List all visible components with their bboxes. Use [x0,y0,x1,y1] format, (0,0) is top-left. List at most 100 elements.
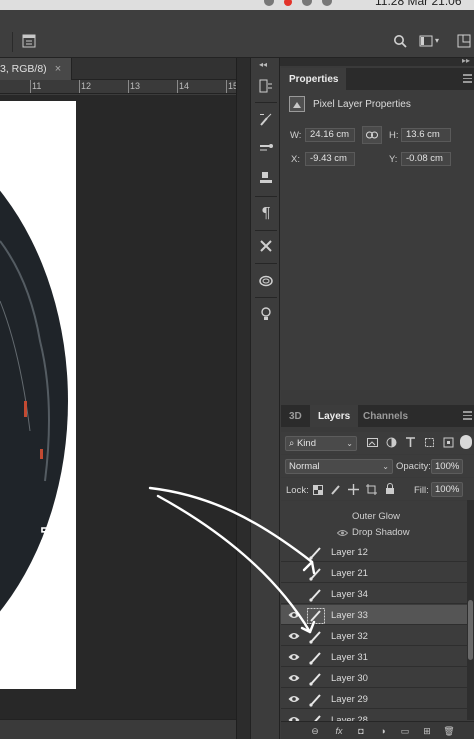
tab-3d[interactable]: 3D [281,405,310,427]
lock-row: Lock: Fill: 100% [281,478,474,500]
learn-lightbulb-icon[interactable] [256,304,276,324]
opacity-field[interactable]: 100% [431,459,463,474]
chevron-down-icon: ⌄ [346,439,353,448]
collapse-dock-icon[interactable]: ▸▸ [462,56,470,65]
eye-icon[interactable] [288,631,300,641]
layer-row[interactable]: Layer 34 [281,584,467,604]
brushes-icon[interactable] [256,136,276,156]
filter-type-icon[interactable] [405,437,416,448]
layer-row[interactable]: Layer 33 [281,605,467,625]
layers-footer: ⊖ fx ◘ ◑ ▭ ⊞ 🗑 [281,721,474,739]
paragraph-icon[interactable]: ¶ [256,203,276,223]
filter-toggle-switch[interactable] [460,435,472,449]
lock-artboard-icon[interactable] [366,484,377,495]
tab-layers[interactable]: Layers [310,405,359,427]
artboard[interactable]: NAME [0,101,76,689]
blend-mode-select[interactable]: Normal ⌄ [285,459,393,474]
history-icon[interactable] [256,76,276,96]
y-field[interactable]: -0.08 cm [401,152,451,166]
status-icon[interactable] [264,0,274,6]
eye-icon[interactable] [288,589,300,599]
new-layer-icon[interactable]: ⊞ [421,725,433,737]
effect-drop-shadow[interactable]: Drop Shadow [281,525,467,541]
ruler-tick [79,80,80,93]
width-field[interactable]: 24.16 cm [305,128,355,142]
layer-row[interactable]: Layer 12 [281,542,467,562]
workspace-chevron-icon[interactable]: ▾ [435,36,439,45]
lock-position-icon[interactable] [348,484,359,495]
add-style-button[interactable]: fx [333,725,345,737]
document-icon[interactable] [22,34,36,48]
tool-presets-icon[interactable] [256,236,276,256]
brush-settings-icon[interactable] [256,110,276,130]
layer-row[interactable]: Layer 31 [281,647,467,667]
layer-row[interactable]: Layer 29 [281,689,467,709]
ruler-label: 15 [228,81,236,91]
panel-dock-header: ▸▸ [280,56,474,66]
collapse-strip-icon[interactable]: ◂◂ [259,60,267,69]
options-separator [12,32,13,52]
scrollbar-thumb[interactable] [468,600,473,660]
layers-list: Outer Glow Drop Shadow Layer 12 Layer 21 L… [281,501,474,721]
arrange-icon[interactable] [457,34,471,48]
height-field[interactable]: 13.6 cm [401,128,451,142]
layer-row[interactable]: Layer 28 [281,710,467,721]
opacity-value: 100% [435,461,460,472]
menubar-clock[interactable]: 11:28 Mar 21:06 [375,0,462,8]
fill-field[interactable]: 100% [431,482,463,497]
eye-icon[interactable] [337,529,348,537]
delete-layer-icon[interactable]: 🗑 [443,725,455,737]
lock-transparent-icon[interactable] [313,485,323,495]
layers-panel-menu-icon[interactable] [463,411,472,420]
layer-row[interactable]: Layer 32 [281,626,467,646]
new-group-icon[interactable]: ▭ [399,725,411,737]
document-tab[interactable]: 3, RGB/8) × [0,58,73,80]
new-adjustment-icon[interactable]: ◑ [377,725,389,737]
filter-pixel-icon[interactable] [367,437,378,448]
link-dimensions-button[interactable] [362,126,382,144]
filter-smart-object-icon[interactable] [443,437,454,448]
lock-image-brush-icon[interactable] [331,484,341,495]
eye-icon[interactable] [288,568,300,578]
tab-properties[interactable]: Properties [281,68,347,90]
eye-icon[interactable] [288,610,300,620]
artwork-text: NAME [35,526,68,614]
tab-channels[interactable]: Channels [355,405,416,427]
panel-menu-icon[interactable] [463,74,472,83]
layer-row[interactable]: Layer 21 [281,563,467,583]
notification-badge-icon[interactable] [284,0,292,6]
layer-name: Layer 12 [331,547,368,558]
layer-thumbnail-brush-icon [309,673,321,686]
strip-separator [255,196,277,197]
ruler-tick [177,80,178,93]
volume-icon[interactable] [322,0,332,6]
eye-icon[interactable] [288,652,300,662]
strip-separator [255,297,277,298]
wifi-icon[interactable] [302,0,312,6]
search-icon[interactable] [393,34,407,48]
document-canvas[interactable]: NAME [0,95,236,719]
workspace-icon[interactable] [419,34,433,48]
lock-all-icon[interactable] [385,483,395,495]
clone-source-icon[interactable] [256,168,276,188]
layers-scrollbar[interactable] [467,500,474,720]
ruler-tick [226,80,227,93]
effect-outer-glow[interactable]: Outer Glow [281,509,467,525]
filter-shape-icon[interactable] [424,437,435,448]
eye-icon[interactable] [288,547,300,557]
layer-row[interactable]: Layer 30 [281,668,467,688]
panel-icon-strip: ◂◂ ¶ [250,58,280,739]
x-field[interactable]: -9.43 cm [305,152,355,166]
libraries-icon[interactable] [256,270,276,290]
lock-label: Lock: [286,485,309,496]
horizontal-ruler: 11 12 13 14 15 [0,80,236,94]
add-mask-icon[interactable]: ◘ [355,725,367,737]
filter-adjustment-icon[interactable] [386,437,397,448]
eye-icon[interactable] [288,694,300,704]
link-layers-icon[interactable]: ⊖ [309,725,321,737]
close-tab-icon[interactable]: × [55,63,61,75]
kind-filter-select[interactable]: ⌕ Kind ⌄ [285,436,357,451]
eye-icon[interactable] [288,673,300,683]
fill-value: 100% [435,484,460,495]
pixel-layer-icon [289,96,305,112]
